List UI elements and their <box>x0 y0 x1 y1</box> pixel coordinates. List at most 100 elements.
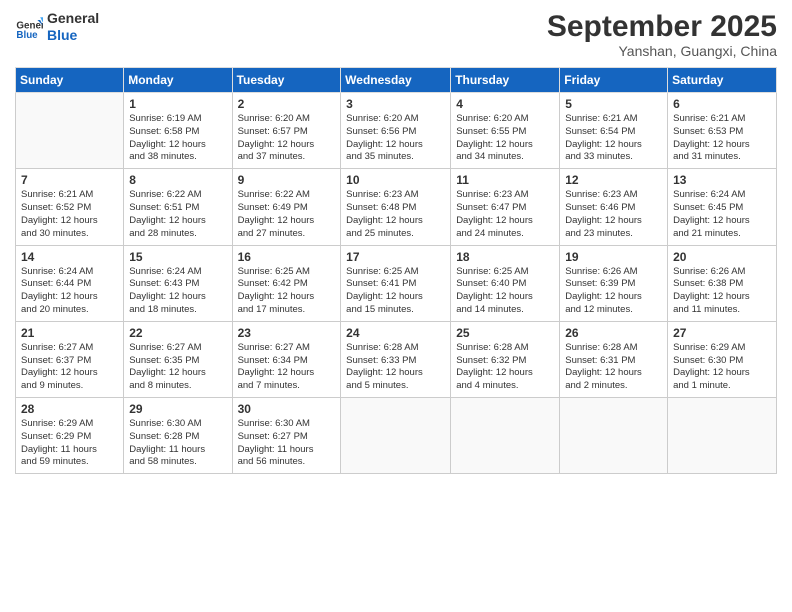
calendar-header-row: Sunday Monday Tuesday Wednesday Thursday… <box>16 68 777 93</box>
col-wednesday: Wednesday <box>341 68 451 93</box>
day-number: 20 <box>673 250 771 264</box>
day-number: 1 <box>129 97 226 111</box>
day-number: 15 <box>129 250 226 264</box>
day-info: Sunrise: 6:28 AMSunset: 6:32 PMDaylight:… <box>456 342 554 393</box>
calendar-cell: 15 Sunrise: 6:24 AMSunset: 6:43 PMDayligh… <box>124 245 232 321</box>
calendar-cell: 1 Sunrise: 6:19 AMSunset: 6:58 PMDaylight… <box>124 93 232 169</box>
col-thursday: Thursday <box>451 68 560 93</box>
day-info: Sunrise: 6:20 AMSunset: 6:55 PMDaylight:… <box>456 113 554 164</box>
day-number: 9 <box>238 173 336 187</box>
calendar-cell <box>668 398 777 474</box>
day-info: Sunrise: 6:22 AMSunset: 6:51 PMDaylight:… <box>129 189 226 240</box>
calendar-cell: 25 Sunrise: 6:28 AMSunset: 6:32 PMDayligh… <box>451 321 560 397</box>
day-number: 23 <box>238 326 336 340</box>
col-saturday: Saturday <box>668 68 777 93</box>
day-info: Sunrise: 6:26 AMSunset: 6:38 PMDaylight:… <box>673 266 771 317</box>
day-number: 5 <box>565 97 662 111</box>
calendar-cell: 9Sunrise: 6:22 AMSunset: 6:49 PMDaylight… <box>232 169 341 245</box>
day-info: Sunrise: 6:24 AMSunset: 6:45 PMDaylight:… <box>673 189 771 240</box>
day-info: Sunrise: 6:25 AMSunset: 6:41 PMDaylight:… <box>346 266 445 317</box>
day-number: 30 <box>238 402 336 416</box>
day-number: 4 <box>456 97 554 111</box>
day-info: Sunrise: 6:28 AMSunset: 6:33 PMDaylight:… <box>346 342 445 393</box>
calendar-cell <box>451 398 560 474</box>
logo-icon: General Blue <box>15 13 43 41</box>
calendar-cell: 17 Sunrise: 6:25 AMSunset: 6:41 PMDayligh… <box>341 245 451 321</box>
svg-text:Blue: Blue <box>16 30 38 41</box>
calendar-cell: 19Sunrise: 6:26 AMSunset: 6:39 PMDayligh… <box>560 245 668 321</box>
logo: General Blue General Blue <box>15 10 99 44</box>
day-number: 2 <box>238 97 336 111</box>
day-number: 6 <box>673 97 771 111</box>
day-number: 28 <box>21 402 118 416</box>
day-number: 22 <box>129 326 226 340</box>
day-number: 14 <box>21 250 118 264</box>
day-number: 13 <box>673 173 771 187</box>
day-info: Sunrise: 6:23 AMSunset: 6:46 PMDaylight:… <box>565 189 662 240</box>
day-number: 25 <box>456 326 554 340</box>
calendar-cell: 20 Sunrise: 6:26 AMSunset: 6:38 PMDayligh… <box>668 245 777 321</box>
day-number: 8 <box>129 173 226 187</box>
day-number: 17 <box>346 250 445 264</box>
day-number: 29 <box>129 402 226 416</box>
day-number: 18 <box>456 250 554 264</box>
calendar-cell: 16 Sunrise: 6:25 AMSunset: 6:42 PMDayligh… <box>232 245 341 321</box>
day-info: Sunrise: 6:24 AMSunset: 6:44 PMDaylight:… <box>21 266 118 317</box>
col-monday: Monday <box>124 68 232 93</box>
day-number: 12 <box>565 173 662 187</box>
day-info: Sunrise: 6:27 AMSunset: 6:37 PMDaylight:… <box>21 342 118 393</box>
logo-blue-text: Blue <box>47 27 99 44</box>
day-number: 11 <box>456 173 554 187</box>
calendar-week-2: 7Sunrise: 6:21 AMSunset: 6:52 PMDaylight… <box>16 169 777 245</box>
day-info: Sunrise: 6:27 AMSunset: 6:34 PMDaylight:… <box>238 342 336 393</box>
calendar-week-4: 21 Sunrise: 6:27 AMSunset: 6:37 PMDayligh… <box>16 321 777 397</box>
day-info: Sunrise: 6:20 AMSunset: 6:56 PMDaylight:… <box>346 113 445 164</box>
day-info: Sunrise: 6:30 AMSunset: 6:27 PMDaylight:… <box>238 418 336 469</box>
title-area: September 2025 Yanshan, Guangxi, China <box>547 10 777 59</box>
day-number: 7 <box>21 173 118 187</box>
calendar-week-3: 14 Sunrise: 6:24 AMSunset: 6:44 PMDayligh… <box>16 245 777 321</box>
calendar-cell: 2 Sunrise: 6:20 AMSunset: 6:57 PMDaylight… <box>232 93 341 169</box>
calendar-week-5: 28 Sunrise: 6:29 AMSunset: 6:29 PMDayligh… <box>16 398 777 474</box>
calendar-cell: 8 Sunrise: 6:22 AMSunset: 6:51 PMDaylight… <box>124 169 232 245</box>
calendar-cell: 4 Sunrise: 6:20 AMSunset: 6:55 PMDaylight… <box>451 93 560 169</box>
day-number: 3 <box>346 97 445 111</box>
calendar-cell: 6 Sunrise: 6:21 AMSunset: 6:53 PMDaylight… <box>668 93 777 169</box>
day-info: Sunrise: 6:20 AMSunset: 6:57 PMDaylight:… <box>238 113 336 164</box>
day-info: Sunrise: 6:30 AMSunset: 6:28 PMDaylight:… <box>129 418 226 469</box>
day-info: Sunrise: 6:29 AMSunset: 6:29 PMDaylight:… <box>21 418 118 469</box>
day-info: Sunrise: 6:29 AMSunset: 6:30 PMDaylight:… <box>673 342 771 393</box>
calendar-cell: 10 Sunrise: 6:23 AMSunset: 6:48 PMDayligh… <box>341 169 451 245</box>
calendar-cell: 24 Sunrise: 6:28 AMSunset: 6:33 PMDayligh… <box>341 321 451 397</box>
calendar-cell: 30 Sunrise: 6:30 AMSunset: 6:27 PMDayligh… <box>232 398 341 474</box>
day-info: Sunrise: 6:19 AMSunset: 6:58 PMDaylight:… <box>129 113 226 164</box>
calendar-cell: 29 Sunrise: 6:30 AMSunset: 6:28 PMDayligh… <box>124 398 232 474</box>
day-number: 26 <box>565 326 662 340</box>
header: General Blue General Blue September 2025… <box>15 10 777 59</box>
calendar-cell <box>560 398 668 474</box>
calendar-cell: 28 Sunrise: 6:29 AMSunset: 6:29 PMDayligh… <box>16 398 124 474</box>
day-number: 10 <box>346 173 445 187</box>
calendar-cell: 27 Sunrise: 6:29 AMSunset: 6:30 PMDayligh… <box>668 321 777 397</box>
day-number: 27 <box>673 326 771 340</box>
location: Yanshan, Guangxi, China <box>547 43 777 59</box>
day-info: Sunrise: 6:25 AMSunset: 6:40 PMDaylight:… <box>456 266 554 317</box>
day-info: Sunrise: 6:23 AMSunset: 6:47 PMDaylight:… <box>456 189 554 240</box>
day-info: Sunrise: 6:25 AMSunset: 6:42 PMDaylight:… <box>238 266 336 317</box>
day-number: 16 <box>238 250 336 264</box>
month-title: September 2025 <box>547 10 777 43</box>
day-info: Sunrise: 6:28 AMSunset: 6:31 PMDaylight:… <box>565 342 662 393</box>
day-number: 24 <box>346 326 445 340</box>
col-sunday: Sunday <box>16 68 124 93</box>
calendar-cell: 7Sunrise: 6:21 AMSunset: 6:52 PMDaylight… <box>16 169 124 245</box>
col-friday: Friday <box>560 68 668 93</box>
day-info: Sunrise: 6:21 AMSunset: 6:54 PMDaylight:… <box>565 113 662 164</box>
page-container: General Blue General Blue September 2025… <box>0 0 792 484</box>
day-info: Sunrise: 6:23 AMSunset: 6:48 PMDaylight:… <box>346 189 445 240</box>
calendar-cell: 11 Sunrise: 6:23 AMSunset: 6:47 PMDayligh… <box>451 169 560 245</box>
day-number: 19 <box>565 250 662 264</box>
day-info: Sunrise: 6:24 AMSunset: 6:43 PMDaylight:… <box>129 266 226 317</box>
calendar-cell <box>16 93 124 169</box>
day-number: 21 <box>21 326 118 340</box>
day-info: Sunrise: 6:21 AMSunset: 6:53 PMDaylight:… <box>673 113 771 164</box>
